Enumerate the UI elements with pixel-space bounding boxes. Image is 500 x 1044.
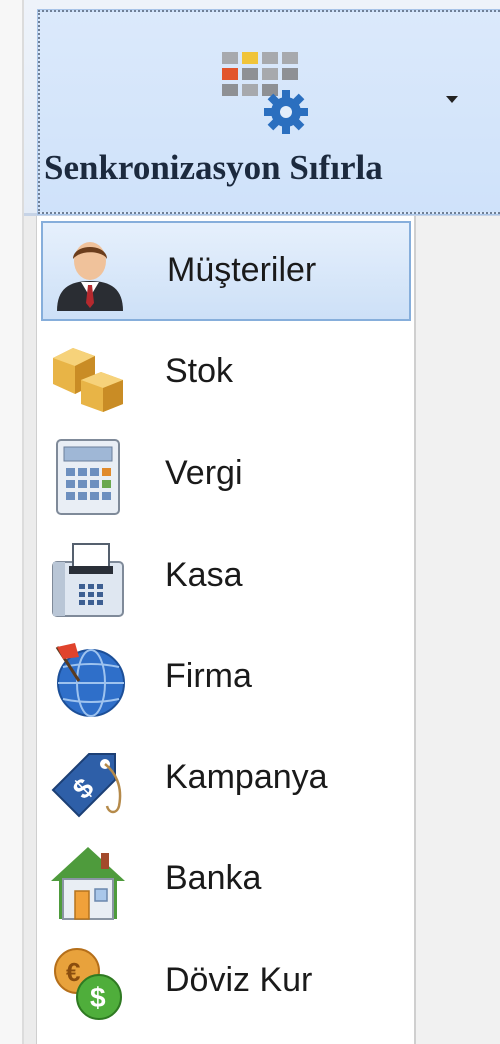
list-item-label: Kasa	[165, 556, 243, 594]
list-item-doviz-kur[interactable]: € $ Döviz Kur	[41, 933, 411, 1033]
content-area	[416, 216, 500, 1044]
globe-flag-icon	[55, 643, 125, 717]
house-icon	[51, 847, 125, 920]
sync-reset-label: Senkronizasyon Sıfırla	[44, 148, 383, 187]
list-item-banka[interactable]: Banka	[41, 831, 411, 931]
grid-gear-icon	[222, 52, 308, 134]
calculator-icon	[56, 439, 120, 515]
sync-reset-button[interactable]: Senkronizasyon Sıfırla	[37, 9, 500, 215]
list-item-vergi[interactable]: Vergi	[41, 426, 411, 526]
list-item-label: Firma	[165, 657, 252, 695]
list-item-musteriler[interactable]: Müşteriler	[41, 221, 411, 321]
cash-register-icon	[52, 543, 124, 617]
list-item-label: Kampanya	[165, 758, 328, 796]
list-item-kasa[interactable]: Kasa	[41, 528, 411, 628]
left-edge-strip	[0, 0, 22, 1044]
list-item-stok[interactable]: Stok	[41, 324, 411, 424]
list-item-label: Müşteriler	[167, 251, 317, 289]
svg-text:€: €	[66, 957, 80, 987]
currency-exchange-icon: € $	[54, 948, 122, 1020]
list-item-firma[interactable]: Firma	[41, 629, 411, 729]
boxes-icon	[53, 348, 123, 412]
list-item-label: Döviz Kur	[165, 961, 313, 999]
list-item-label: Vergi	[165, 454, 243, 492]
svg-text:$: $	[90, 982, 106, 1013]
customer-icon	[57, 242, 123, 311]
list-item-label: Banka	[165, 859, 262, 897]
module-list: Müşteriler Stok Vergi Kasa Firma $ Kampa…	[36, 216, 416, 1044]
price-tag-icon: $	[51, 753, 122, 818]
list-item-kampanya[interactable]: $ Kampanya	[41, 730, 411, 830]
list-item-label: Stok	[165, 352, 234, 390]
chevron-down-icon[interactable]	[446, 96, 458, 103]
